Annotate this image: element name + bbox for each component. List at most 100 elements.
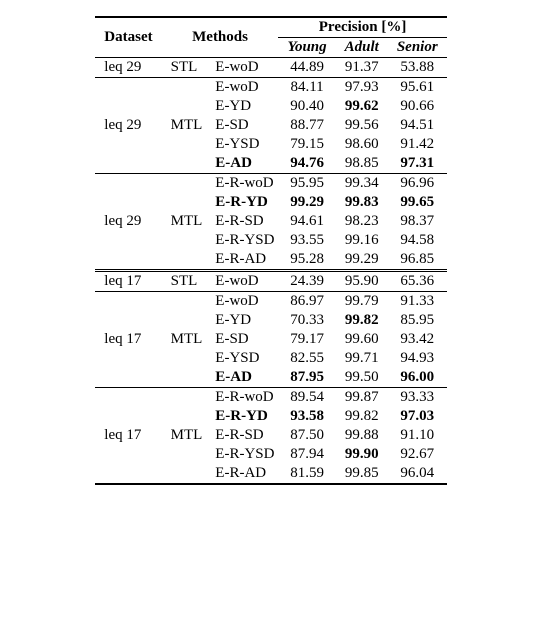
learn-type-cell: MTL xyxy=(162,292,212,388)
col-methods: Methods xyxy=(162,17,279,58)
method-cell: E-R-YSD xyxy=(211,445,278,464)
young-cell: 95.95 xyxy=(278,174,335,194)
method-cell: E-YSD xyxy=(211,349,278,368)
method-cell: E-SD xyxy=(211,116,278,135)
senior-cell: 92.67 xyxy=(388,445,447,464)
learn-type-cell: MTL xyxy=(162,78,212,174)
method-cell: E-SD xyxy=(211,330,278,349)
method-cell: E-R-YD xyxy=(211,407,278,426)
senior-cell: 85.95 xyxy=(388,311,447,330)
adult-cell: 99.87 xyxy=(336,388,388,408)
young-cell: 95.28 xyxy=(278,250,335,271)
senior-cell: 93.42 xyxy=(388,330,447,349)
senior-cell: 91.33 xyxy=(388,292,447,312)
adult-cell: 95.90 xyxy=(336,271,388,292)
young-cell: 93.58 xyxy=(278,407,335,426)
method-cell: E-AD xyxy=(211,368,278,388)
method-cell: E-woD xyxy=(211,58,278,78)
young-cell: 90.40 xyxy=(278,97,335,116)
method-cell: E-woD xyxy=(211,271,278,292)
method-cell: E-R-woD xyxy=(211,388,278,408)
young-cell: 79.17 xyxy=(278,330,335,349)
adult-cell: 99.79 xyxy=(336,292,388,312)
learn-type-cell: MTL xyxy=(162,174,212,271)
method-cell: E-woD xyxy=(211,78,278,98)
method-cell: E-YD xyxy=(211,97,278,116)
senior-cell: 99.65 xyxy=(388,193,447,212)
adult-cell: 91.37 xyxy=(336,58,388,78)
dataset-cell: leq 17 xyxy=(95,292,161,388)
senior-cell: 96.00 xyxy=(388,368,447,388)
adult-cell: 98.23 xyxy=(336,212,388,231)
adult-cell: 99.82 xyxy=(336,407,388,426)
senior-cell: 96.96 xyxy=(388,174,447,194)
adult-cell: 99.50 xyxy=(336,368,388,388)
senior-cell: 95.61 xyxy=(388,78,447,98)
adult-cell: 99.60 xyxy=(336,330,388,349)
young-cell: 84.11 xyxy=(278,78,335,98)
adult-cell: 97.93 xyxy=(336,78,388,98)
young-cell: 89.54 xyxy=(278,388,335,408)
method-cell: E-R-woD xyxy=(211,174,278,194)
senior-cell: 90.66 xyxy=(388,97,447,116)
dataset-cell: leq 17 xyxy=(95,271,161,292)
method-cell: E-YD xyxy=(211,311,278,330)
young-cell: 94.76 xyxy=(278,154,335,174)
method-cell: E-R-SD xyxy=(211,426,278,445)
method-cell: E-R-YD xyxy=(211,193,278,212)
method-cell: E-woD xyxy=(211,292,278,312)
adult-cell: 99.29 xyxy=(336,250,388,271)
young-cell: 24.39 xyxy=(278,271,335,292)
adult-cell: 99.82 xyxy=(336,311,388,330)
young-cell: 88.77 xyxy=(278,116,335,135)
adult-cell: 99.85 xyxy=(336,464,388,484)
method-cell: E-R-SD xyxy=(211,212,278,231)
adult-cell: 99.90 xyxy=(336,445,388,464)
method-cell: E-YSD xyxy=(211,135,278,154)
col-senior: Senior xyxy=(388,38,447,58)
method-cell: E-R-YSD xyxy=(211,231,278,250)
senior-cell: 93.33 xyxy=(388,388,447,408)
young-cell: 70.33 xyxy=(278,311,335,330)
adult-cell: 99.56 xyxy=(336,116,388,135)
senior-cell: 94.51 xyxy=(388,116,447,135)
adult-cell: 99.16 xyxy=(336,231,388,250)
senior-cell: 53.88 xyxy=(388,58,447,78)
precision-label: Precision xyxy=(319,19,378,35)
adult-cell: 99.71 xyxy=(336,349,388,368)
col-dataset: Dataset xyxy=(95,17,161,58)
senior-cell: 97.31 xyxy=(388,154,447,174)
senior-cell: 65.36 xyxy=(388,271,447,292)
senior-cell: 94.58 xyxy=(388,231,447,250)
method-cell: E-R-AD xyxy=(211,464,278,484)
senior-cell: 96.04 xyxy=(388,464,447,484)
young-cell: 81.59 xyxy=(278,464,335,484)
senior-cell: 97.03 xyxy=(388,407,447,426)
dataset-cell: leq 29 xyxy=(95,174,161,271)
method-cell: E-AD xyxy=(211,154,278,174)
adult-cell: 98.85 xyxy=(336,154,388,174)
results-table: Dataset Methods Precision [%] Young Adul… xyxy=(95,16,446,485)
adult-cell: 99.62 xyxy=(336,97,388,116)
learn-type-cell: STL xyxy=(162,271,212,292)
dataset-cell: leq 29 xyxy=(95,58,161,78)
col-precision: Precision [%] xyxy=(278,17,446,38)
young-cell: 87.50 xyxy=(278,426,335,445)
method-cell: E-R-AD xyxy=(211,250,278,271)
col-young: Young xyxy=(278,38,335,58)
young-cell: 94.61 xyxy=(278,212,335,231)
col-adult: Adult xyxy=(336,38,388,58)
young-cell: 99.29 xyxy=(278,193,335,212)
learn-type-cell: STL xyxy=(162,58,212,78)
young-cell: 93.55 xyxy=(278,231,335,250)
adult-cell: 99.83 xyxy=(336,193,388,212)
senior-cell: 91.10 xyxy=(388,426,447,445)
senior-cell: 91.42 xyxy=(388,135,447,154)
adult-cell: 98.60 xyxy=(336,135,388,154)
young-cell: 79.15 xyxy=(278,135,335,154)
young-cell: 87.94 xyxy=(278,445,335,464)
senior-cell: 98.37 xyxy=(388,212,447,231)
senior-cell: 96.85 xyxy=(388,250,447,271)
adult-cell: 99.34 xyxy=(336,174,388,194)
adult-cell: 99.88 xyxy=(336,426,388,445)
